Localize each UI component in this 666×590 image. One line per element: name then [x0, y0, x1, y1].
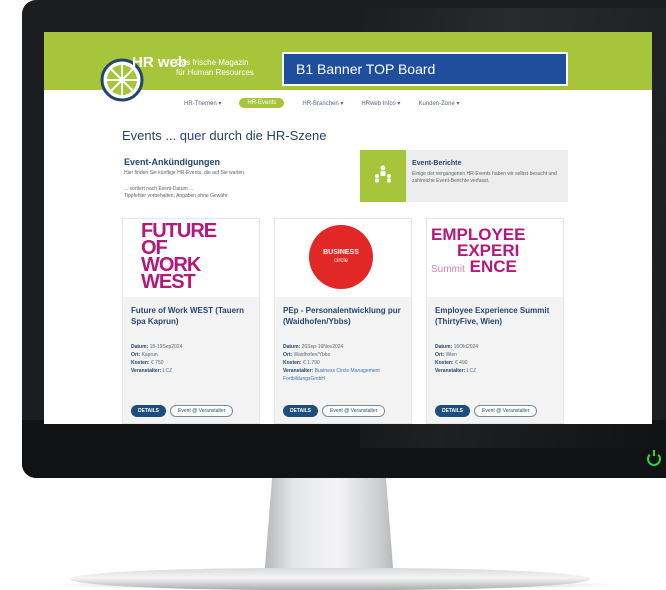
monitor-stand-base: [70, 568, 590, 590]
logo-word: WEST: [141, 271, 196, 293]
logo-word: BUSINESS: [323, 249, 359, 256]
monitor-stand-neck: [264, 478, 394, 568]
event-title[interactable]: PEp - Personalentwicklung pur (Waidhofen…: [283, 305, 405, 327]
event-title[interactable]: Future of Work WEST (Tauern Spa Kaprun): [131, 305, 253, 327]
veranstalter-label: Veranstalter:: [435, 368, 466, 374]
event-card[interactable]: BUSINESS circle PEp - Personalentwicklun…: [274, 218, 412, 424]
event-card[interactable]: FUTURE OF WORK WEST Future of Work WEST …: [122, 218, 260, 424]
kosten-label: Kosten:: [131, 360, 150, 366]
event-meta: Datum: 26Sep-16Nov2024 Ort: Waidhofen/Yb…: [283, 343, 407, 383]
announce-text: Hier finden Sie künftige HR-Events, die …: [124, 170, 246, 176]
details-button[interactable]: DETAILS: [131, 405, 167, 417]
ort-label: Ort:: [283, 352, 293, 358]
people-icon: [375, 165, 391, 183]
event-reports-box[interactable]: Event-Berichte Einige der vergangenen HR…: [360, 150, 568, 202]
page-title: Events ... quer durch die HR-Szene: [122, 128, 327, 143]
datum-label: Datum:: [435, 344, 453, 350]
kosten-label: Kosten:: [283, 360, 302, 366]
monitor-screen: HR web Das frische Magazin für Human Res…: [44, 32, 652, 424]
event-meta: Datum: 18-19Sep2024 Ort: Kaprun Kosten: …: [131, 343, 255, 375]
kosten-label: Kosten:: [435, 360, 454, 366]
logo-word: circle: [333, 258, 348, 264]
event-veranstalter-button[interactable]: Event @ Veranstalter: [322, 405, 386, 417]
logo-word: Summit: [431, 264, 465, 275]
event-meta: Datum: 16Okt2024 Ort: Wien Kosten: € 490…: [435, 343, 559, 375]
logo-word: ENCE: [469, 257, 517, 276]
event-veranstalter-button[interactable]: Event @ Veranstalter: [170, 405, 234, 417]
event-reports-icon-box: [360, 150, 406, 202]
ort-label: Ort:: [131, 352, 141, 358]
tagline: Das frische Magazin für Human Resources: [176, 58, 254, 78]
event-reports-text: Einige der vergangenen HR-Events haben w…: [412, 171, 557, 184]
kosten-value: € 750: [151, 360, 164, 366]
nav-item-hr-branchen[interactable]: HR-Branchen ▾: [302, 100, 343, 107]
card-buttons: DETAILS Event @ Veranstalter: [435, 405, 538, 417]
card-buttons: DETAILS Event @ Veranstalter: [131, 405, 234, 417]
card-buttons: DETAILS Event @ Veranstalter: [283, 405, 386, 417]
ort-value: Wien: [445, 352, 457, 358]
power-icon[interactable]: [647, 450, 661, 466]
ort-value: Kaprun: [141, 352, 158, 358]
main-nav: HR-Themen ▾ HR-Events HR-Branchen ▾ HRwe…: [184, 96, 459, 110]
tagline-line-1: Das frische Magazin: [176, 58, 249, 67]
employee-experience-logo: EMPLOYEE EXPERI Summit ENCE: [431, 226, 561, 278]
announce-title: Event-Ankündigungen: [124, 157, 220, 167]
ort-label: Ort:: [435, 352, 445, 358]
event-title[interactable]: Employee Experience Summit (ThirtyFive, …: [435, 305, 557, 327]
sort-note: ... sortiert nach Event-Datum ...: [124, 186, 194, 192]
datum-value: 16Okt2024: [453, 344, 479, 350]
top-banner[interactable]: B1 Banner TOP Board: [282, 52, 568, 86]
nav-item-hr-themen[interactable]: HR-Themen ▾: [184, 100, 221, 107]
datum-label: Datum:: [131, 344, 149, 350]
event-veranstalter-button[interactable]: Event @ Veranstalter: [474, 405, 538, 417]
kosten-value: € 490: [455, 360, 468, 366]
event-image-future-of-work[interactable]: FUTURE OF WORK WEST: [123, 219, 259, 297]
tagline-line-2: für Human Resources: [176, 68, 254, 77]
details-button[interactable]: DETAILS: [435, 405, 471, 417]
veranstalter-label: Veranstalter:: [283, 368, 314, 374]
details-button[interactable]: DETAILS: [283, 405, 319, 417]
announce-sort: ... sortiert nach Event-Datum ... Tippfe…: [124, 186, 228, 200]
event-image-business-circle[interactable]: BUSINESS circle: [275, 219, 411, 297]
datum-value: 26Sep-16Nov2024: [301, 344, 344, 350]
veranstalter-link[interactable]: LCZ: [467, 368, 476, 374]
nav-item-kunden-zone[interactable]: Kunden-Zone ▾: [418, 100, 459, 107]
event-card[interactable]: EMPLOYEE EXPERI Summit ENCE Employee Exp…: [426, 218, 564, 424]
nav-item-hrweb-infos[interactable]: HRweb Infos ▾: [361, 100, 400, 107]
event-reports-title: Event-Berichte: [412, 160, 462, 167]
kosten-value: € 1.790: [303, 360, 320, 366]
disclaimer-note: Tippfehler vorbehalten, Angaben ohne Gew…: [124, 193, 228, 199]
event-image-employee-experience[interactable]: EMPLOYEE EXPERI Summit ENCE: [427, 219, 563, 297]
ort-value: Waidhofen/Ybbs: [293, 352, 331, 358]
business-circle-logo: [309, 225, 373, 289]
future-of-work-logo: FUTURE OF WORK WEST: [141, 221, 217, 293]
veranstalter-link[interactable]: LCZ: [163, 368, 172, 374]
veranstalter-label: Veranstalter:: [131, 368, 162, 374]
nav-item-hr-events[interactable]: HR-Events: [239, 98, 285, 108]
datum-label: Datum:: [283, 344, 301, 350]
datum-value: 18-19Sep2024: [149, 344, 183, 350]
